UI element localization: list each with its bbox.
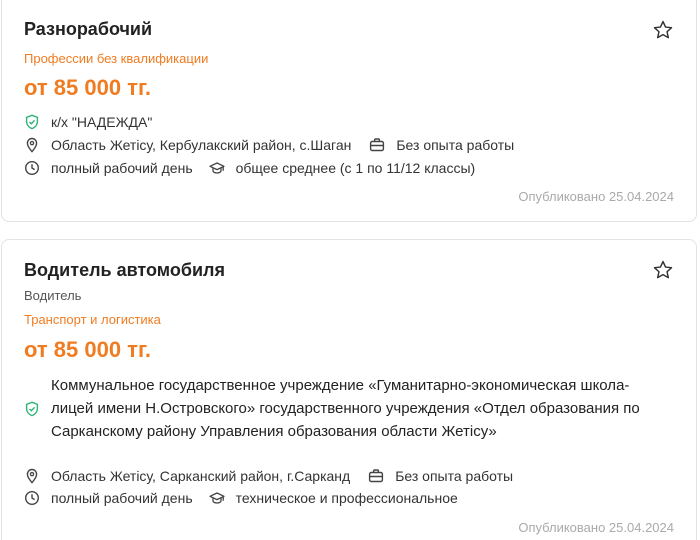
location-pin-icon (24, 468, 40, 484)
shield-check-icon (24, 114, 40, 130)
briefcase-icon (369, 137, 385, 153)
vacancy-schedule: полный рабочий день (51, 160, 193, 176)
vacancy-title[interactable]: Разнорабочий (24, 19, 152, 40)
vacancy-schedule: полный рабочий день (51, 490, 193, 506)
shield-check-icon (24, 401, 40, 417)
clock-icon (24, 160, 40, 176)
graduation-cap-icon (208, 160, 225, 176)
location-pin-icon (24, 137, 40, 153)
vacancy-education: общее среднее (с 1 по 11/12 классы) (235, 160, 476, 176)
vacancy-location: Область Жетісу, Сарканский район, г.Сарк… (51, 468, 351, 484)
vacancy-salary: от 85 000 тг. (24, 337, 152, 362)
published-date: Опубликовано 25.04.2024 (518, 520, 674, 535)
clock-icon (24, 490, 40, 506)
employer-name[interactable]: Коммунальное государственное учреждение … (51, 374, 671, 443)
vacancy-card[interactable]: Разнорабочий Профессии без квалификации … (1, 0, 697, 222)
vacancy-education: техническое и профессиональное (235, 490, 458, 506)
vacancy-title[interactable]: Водитель автомобиля (24, 260, 225, 281)
graduation-cap-icon (208, 490, 225, 506)
vacancy-experience: Без опыта работы (395, 468, 514, 484)
employer-name[interactable]: к/х "НАДЕЖДА" (51, 114, 152, 130)
vacancy-category: Профессии без квалификации (24, 51, 209, 66)
vacancy-category: Транспорт и логистика (24, 312, 161, 327)
vacancy-location: Область Жетісу, Кербулакский район, с.Ша… (51, 137, 352, 153)
vacancy-salary: от 85 000 тг. (24, 75, 152, 100)
briefcase-icon (368, 468, 384, 484)
vacancy-experience: Без опыта работы (396, 137, 515, 153)
star-icon[interactable] (652, 19, 674, 41)
vacancy-subtitle: Водитель (24, 288, 82, 303)
star-icon[interactable] (652, 259, 674, 281)
published-date: Опубликовано 25.04.2024 (518, 189, 674, 204)
vacancy-card[interactable]: Водитель автомобиля Водитель Транспорт и… (1, 239, 697, 540)
